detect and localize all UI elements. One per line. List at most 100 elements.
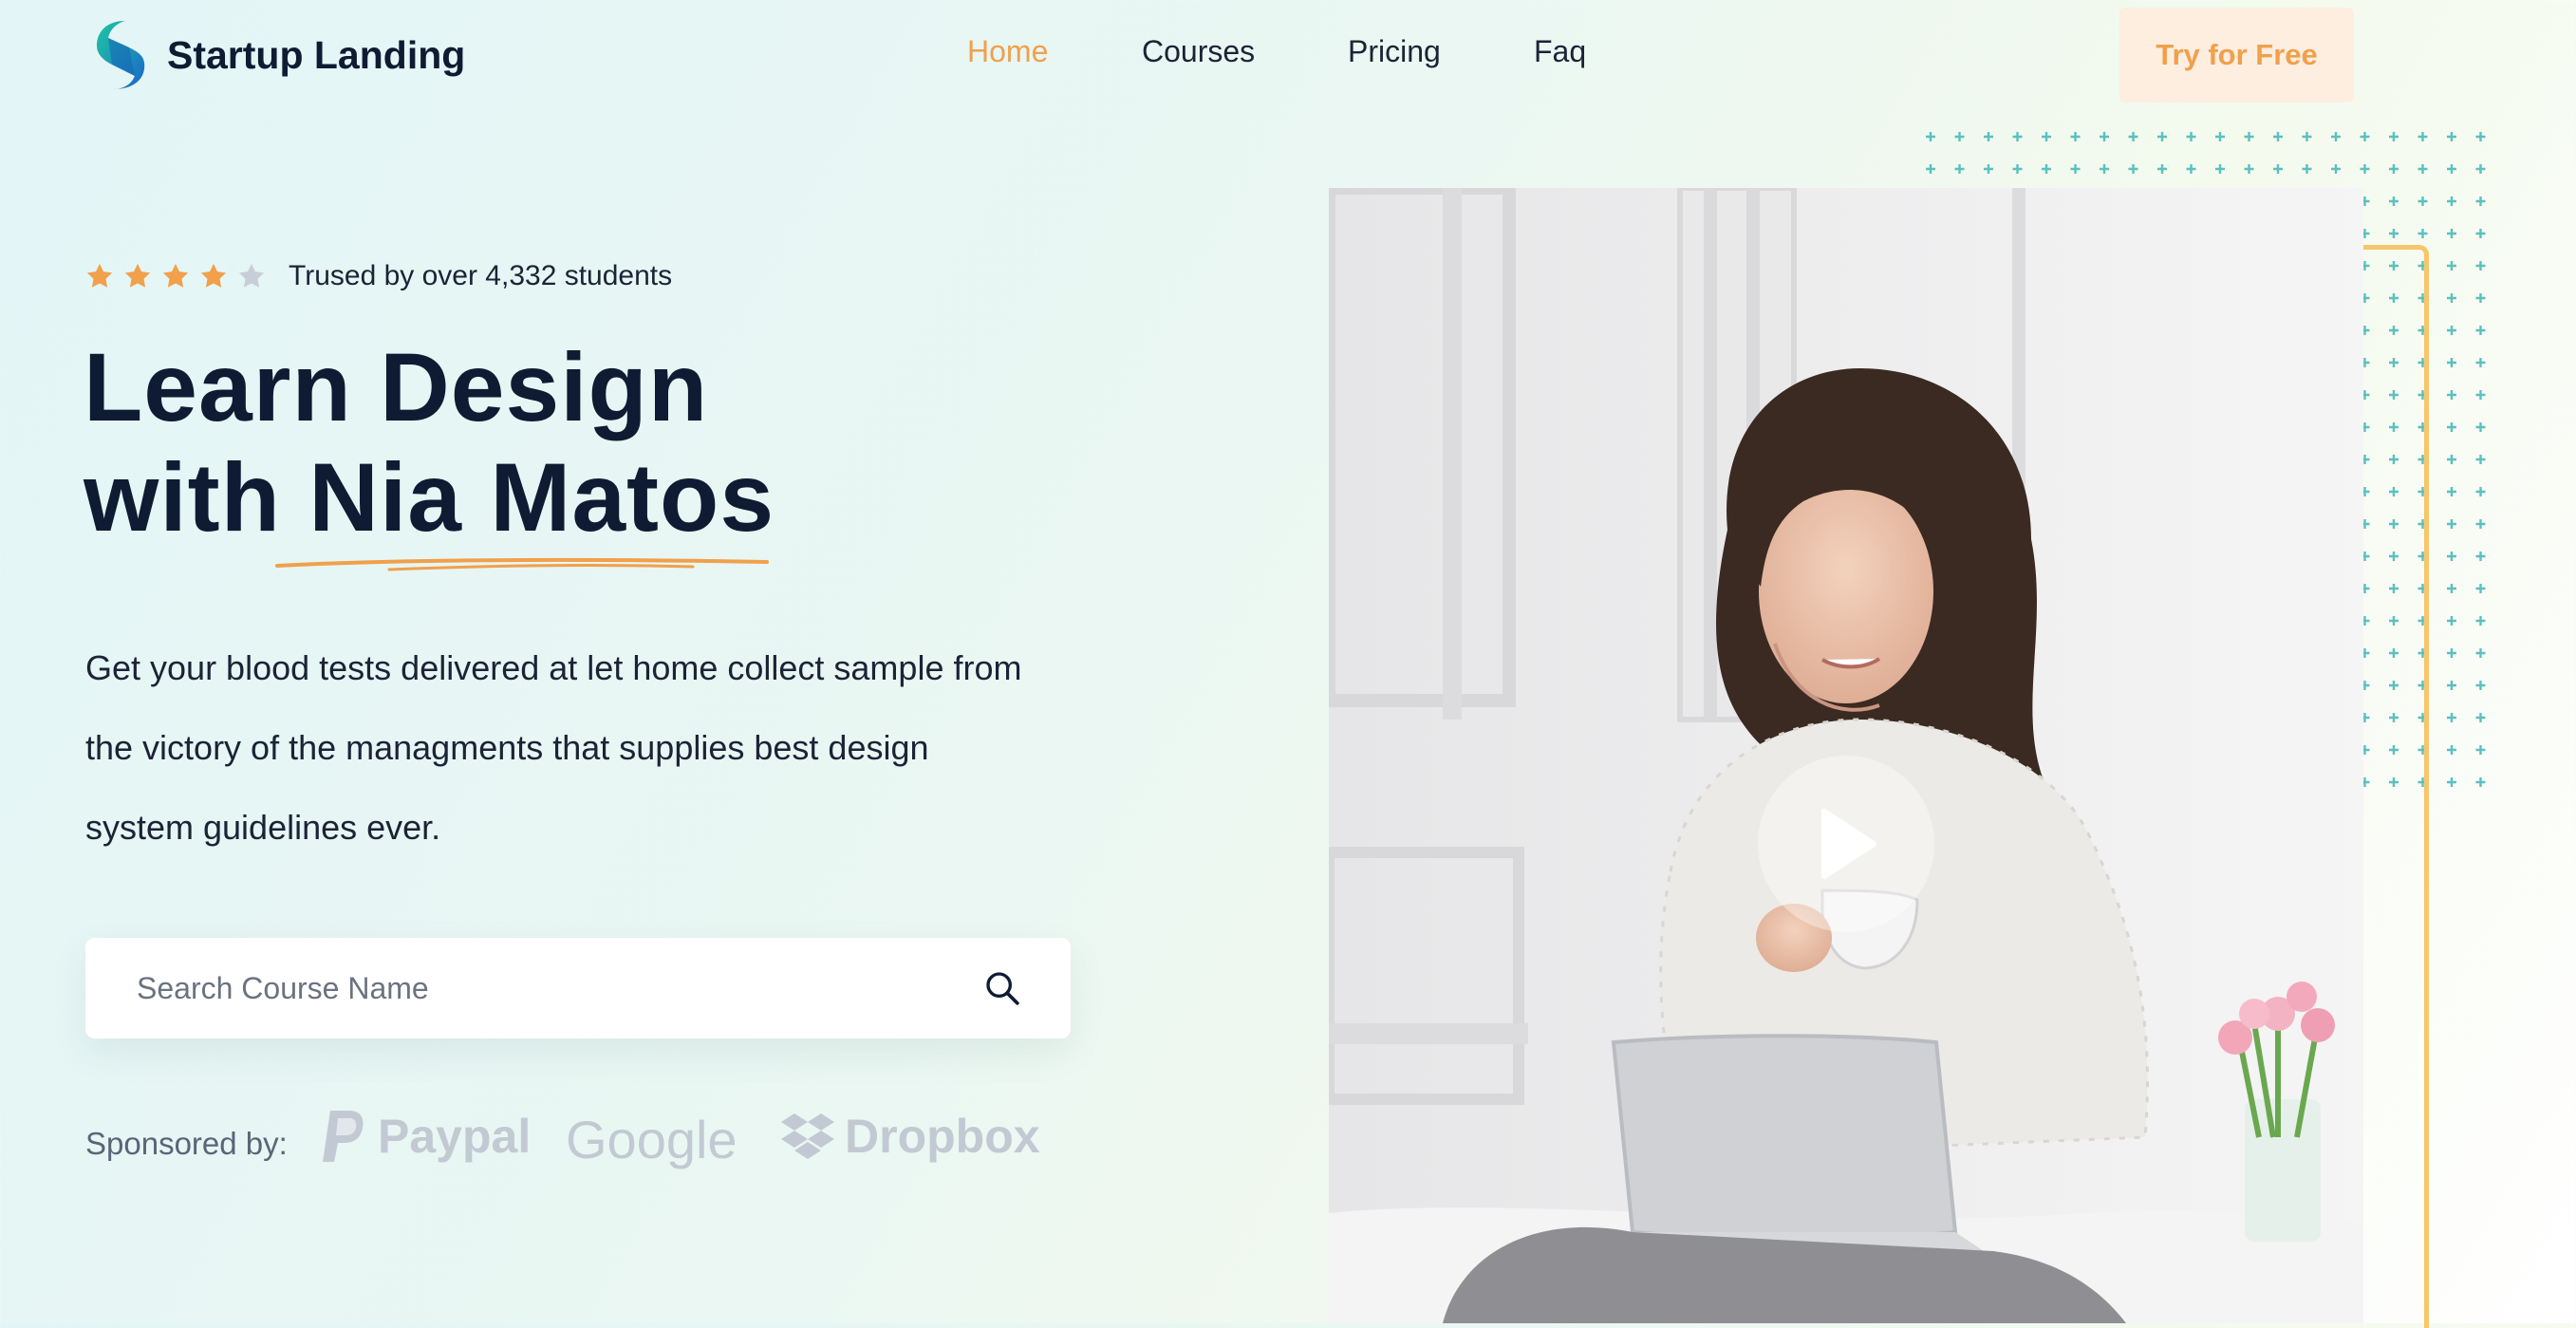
dot-grid-plus: [2042, 164, 2051, 174]
search-input[interactable]: [135, 969, 974, 1007]
dot-grid-plus: [2475, 584, 2486, 593]
dot-grid-plus: [2447, 648, 2456, 658]
dot-grid-plus: [2302, 132, 2312, 141]
paypal-icon: [323, 1111, 364, 1162]
sponsor-name: Paypal: [378, 1110, 532, 1163]
search-icon[interactable]: [983, 969, 1021, 1007]
dot-grid-plus: [2475, 455, 2486, 464]
dot-grid-plus: [2475, 326, 2486, 335]
dot-grid-plus: [2475, 132, 2486, 141]
dot-grid-plus: [2389, 229, 2399, 238]
dot-grid-plus: [2447, 164, 2456, 174]
dot-grid-plus: [2128, 164, 2138, 174]
dot-grid-plus: [1954, 164, 1965, 174]
dot-grid-plus: [2447, 552, 2456, 561]
dot-grid-plus: [2447, 358, 2456, 367]
sponsor-paypal: Paypal: [321, 1109, 531, 1164]
dot-grid-plus: [2447, 261, 2456, 271]
dot-grid-plus: [2447, 455, 2456, 464]
headline-line-2: with Nia Matos: [84, 443, 775, 552]
sponsor-google: Google: [566, 1109, 737, 1170]
nav-courses[interactable]: Courses: [1142, 34, 1255, 69]
dot-grid-plus: [2447, 584, 2456, 593]
dot-grid-plus: [2475, 229, 2486, 238]
logo-icon: [97, 21, 145, 89]
nav-pricing[interactable]: Pricing: [1348, 34, 1441, 69]
star-icon: [86, 263, 113, 288]
dot-grid-plus: [2475, 713, 2486, 722]
dot-grid-plus: [2475, 293, 2486, 303]
nav-home[interactable]: Home: [967, 34, 1048, 69]
sponsor-name: Google: [566, 1110, 737, 1169]
rating: Trused by over 4,332 students: [85, 260, 672, 292]
dot-grid-plus: [2070, 164, 2081, 174]
dot-grid-plus: [1926, 164, 1935, 174]
play-icon: [1821, 809, 1876, 879]
dot-grid-plus: [2447, 745, 2456, 755]
dot-grid-plus: [2447, 326, 2456, 335]
dot-grid-plus: [2447, 132, 2456, 141]
dot-grid-plus: [2273, 132, 2283, 141]
dot-grid-plus: [2447, 390, 2456, 400]
dot-grid-plus: [2186, 132, 2196, 141]
dot-grid-plus: [1954, 132, 1965, 141]
dot-grid-plus: [2389, 132, 2399, 141]
dot-grid-plus: [2100, 132, 2109, 141]
dot-grid-plus: [2447, 777, 2456, 787]
try-free-button[interactable]: Try for Free: [2119, 8, 2354, 103]
dot-grid-plus: [2447, 616, 2456, 626]
dot-grid-plus: [2157, 164, 2167, 174]
dot-grid-plus: [2128, 132, 2138, 141]
star-empty-icon: [238, 263, 265, 288]
dot-grid-plus: [2447, 487, 2456, 496]
dot-grid-plus: [2475, 648, 2486, 658]
dot-grid-plus: [2475, 164, 2486, 174]
dot-grid-plus: [2447, 681, 2456, 690]
star-icon: [162, 263, 189, 288]
dot-grid-plus: [2244, 164, 2254, 174]
sponsor-dropbox: Dropbox: [780, 1109, 1040, 1164]
nav-faq[interactable]: Faq: [1534, 34, 1586, 69]
hero-description: Get your blood tests delivered at let ho…: [85, 648, 1022, 847]
dot-grid-plus: [1984, 132, 1993, 141]
headline-underline: [275, 557, 769, 571]
dot-grid-plus: [2215, 132, 2225, 141]
dot-grid-plus: [2447, 713, 2456, 722]
star-icon: [200, 263, 227, 288]
dot-grid-plus: [2244, 132, 2254, 141]
dot-grid-plus: [2475, 261, 2486, 271]
dot-grid-plus: [2360, 164, 2370, 174]
dot-grid-plus: [2360, 132, 2370, 141]
dot-grid-plus: [2447, 422, 2456, 432]
dot-grid-plus: [2186, 164, 2196, 174]
dot-grid-plus: [2417, 229, 2428, 238]
rating-text: Trused by over 4,332 students: [289, 260, 673, 291]
brand-logo[interactable]: Startup Landing: [93, 19, 465, 91]
dot-grid-plus: [2475, 519, 2486, 529]
dot-grid-plus: [2012, 132, 2023, 141]
dot-grid-plus: [2475, 552, 2486, 561]
star-icon: [124, 263, 151, 288]
play-video-button[interactable]: [1758, 756, 1934, 932]
headline-line-1: Learn Design: [84, 333, 709, 441]
decorative-frame-line: [2363, 245, 2429, 1328]
dot-grid-plus: [2475, 681, 2486, 690]
dot-grid-plus: [2475, 196, 2486, 206]
dot-grid-plus: [2389, 196, 2399, 206]
dot-grid-plus: [2447, 229, 2456, 238]
dot-grid-plus: [2070, 132, 2081, 141]
dot-grid-plus: [2447, 519, 2456, 529]
sponsor-name: Dropbox: [845, 1110, 1040, 1163]
dot-grid-plus: [2389, 164, 2399, 174]
dot-grid-plus: [2475, 422, 2486, 432]
brand-name: Startup Landing: [167, 32, 466, 77]
dropbox-icon: [781, 1113, 834, 1159]
course-search: [85, 938, 1071, 1038]
dot-grid-plus: [2331, 132, 2341, 141]
dot-grid-plus: [2417, 132, 2428, 141]
dot-grid-plus: [2273, 164, 2283, 174]
dot-grid-plus: [2417, 164, 2428, 174]
dot-grid-plus: [2447, 196, 2456, 206]
dot-grid-plus: [2157, 132, 2167, 141]
hero-headline: Learn Design with Nia Matos: [84, 332, 775, 552]
